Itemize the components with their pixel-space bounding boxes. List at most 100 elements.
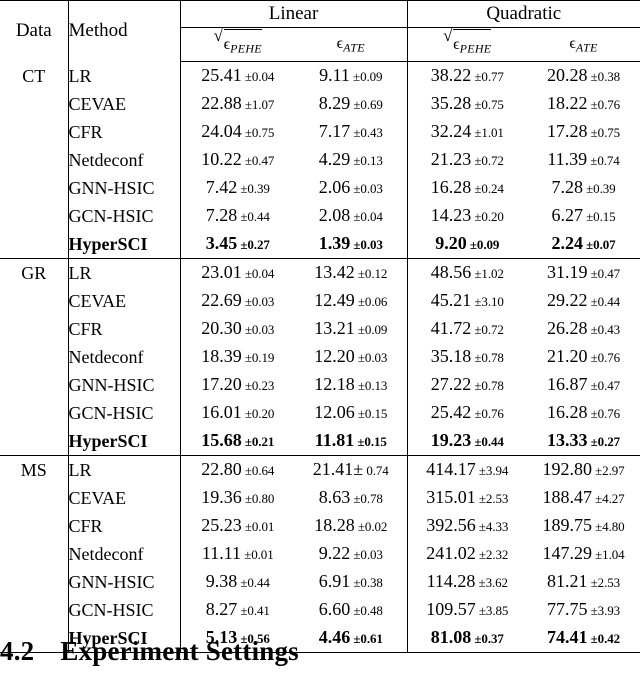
value-error: ±0.75	[587, 125, 621, 141]
linear-pehe-cell: 22.69 ±0.03	[180, 287, 295, 315]
quadratic-pehe-cell: 241.02 ±2.32	[407, 540, 527, 568]
method-cell: CEVAE	[68, 484, 181, 513]
value-error: ±0.44	[587, 294, 621, 310]
value-error: ±0.13	[350, 153, 383, 169]
section-title: Experiment Settings	[60, 636, 299, 666]
value: 2.06	[318, 177, 351, 198]
linear-ate-cell: 1.39 ±0.03	[295, 230, 408, 259]
method-cell: GCN-HSIC	[68, 399, 181, 428]
linear-ate-cell: 4.46 ±0.61	[295, 624, 408, 654]
value: 17.28	[546, 121, 588, 142]
quadratic-ate-cell: 188.47 ±4.27	[527, 484, 640, 512]
linear-ate-cell: 12.06 ±0.15	[295, 399, 408, 428]
value: 147.29	[542, 543, 592, 564]
value-error: ±0.42	[587, 631, 621, 647]
value-error: ±0.09	[466, 237, 500, 253]
value-error: ±0.24	[471, 181, 504, 197]
quadratic-pehe-cell: 38.22 ±0.77	[407, 62, 527, 91]
linear-pehe-cell: 25.41 ±0.04	[180, 62, 295, 91]
header-metric-quadratic-pehe: ϵPEHE	[407, 27, 528, 63]
value-error: ±0.72	[471, 153, 504, 169]
value: 16.87	[546, 374, 588, 395]
value-error: ±0.09	[349, 69, 383, 85]
value: 4.46	[318, 627, 351, 648]
value-error: ±0.02	[354, 519, 388, 535]
data-label-cell: MS	[0, 455, 69, 485]
value: 14.23	[430, 205, 472, 226]
document-page: Data Method Linear Quadratic ϵPEHE ϵATE …	[0, 0, 640, 675]
data-label-cell-empty	[0, 540, 69, 569]
value-error: ±0.01	[241, 547, 274, 563]
value: 13.21	[314, 318, 355, 339]
value-error: ±0.78	[350, 491, 383, 507]
quadratic-ate-cell: 147.29 ±1.04	[527, 540, 640, 568]
method-cell: HyperSCI	[68, 427, 181, 456]
value-error: ±0.75	[241, 125, 275, 141]
method-cell: CFR	[68, 118, 181, 147]
value-error: ±3.62	[475, 575, 509, 591]
value-error: ±0.72	[471, 322, 504, 338]
value-error: ±0.03	[354, 350, 388, 366]
value-error: ±0.47	[241, 153, 275, 169]
value: 189.75	[542, 515, 592, 536]
quadratic-pehe-cell: 25.42 ±0.76	[407, 399, 527, 427]
value-error: ±0.47	[587, 378, 621, 394]
quadratic-pehe-cell: 45.21 ±3.10	[407, 287, 527, 315]
quadratic-ate-cell: 18.22 ±0.76	[527, 90, 640, 118]
method-cell: LR	[68, 455, 181, 485]
quadratic-ate-cell: 31.19 ±0.47	[527, 258, 640, 288]
linear-ate-cell: 12.49 ±0.06	[295, 287, 408, 316]
value-error: ±0.04	[241, 266, 275, 282]
value: 20.30	[201, 318, 242, 339]
quadratic-pehe-cell: 81.08 ±0.37	[407, 624, 528, 654]
value: 18.39	[201, 346, 242, 367]
quadratic-ate-cell: 29.22 ±0.44	[527, 287, 640, 315]
value-error: ±0.44	[471, 434, 504, 450]
value-error: ±0.44	[237, 209, 270, 225]
value: 6.91	[318, 571, 351, 592]
linear-ate-cell: 2.08 ±0.04	[295, 202, 408, 231]
value-error: ±0.15	[582, 209, 616, 225]
value: 35.18	[430, 346, 472, 367]
linear-ate-cell: 12.18 ±0.13	[295, 371, 408, 400]
value: 25.42	[430, 402, 472, 423]
table-row: GCN-HSIC 8.27 ±0.41 6.60 ±0.48 109.57 ±3.85…	[0, 596, 640, 625]
value: 241.02	[426, 543, 476, 564]
table-row: GNN-HSIC 7.42 ±0.39 2.06 ±0.03 16.28 ±0.24 7…	[0, 174, 640, 203]
data-label-cell-empty	[0, 174, 69, 203]
table-row: CT LR 25.41 ±0.04 9.11 ±0.09 38.22 ±0.77 20.2…	[0, 61, 640, 91]
value: 3.45	[205, 233, 238, 254]
quadratic-ate-cell: 16.28 ±0.76	[527, 399, 640, 427]
value-error: ±4.27	[591, 491, 625, 507]
value: 21.23	[430, 149, 472, 170]
value-error: ±0.43	[587, 322, 621, 338]
quadratic-pehe-cell: 27.22 ±0.78	[407, 371, 527, 399]
value: 35.28	[430, 93, 472, 114]
linear-pehe-cell: 9.38 ±0.44	[180, 568, 295, 596]
value: 13.42	[314, 262, 355, 283]
value-error: ±0.37	[471, 631, 504, 647]
value-error: ±0.13	[354, 378, 388, 394]
quadratic-pehe-cell: 19.23 ±0.44	[407, 427, 527, 456]
linear-pehe-cell: 16.01 ±0.20	[180, 399, 295, 427]
method-cell: GNN-HSIC	[68, 371, 181, 400]
value-error: ±0.69	[350, 97, 383, 113]
value-error: 0.74	[363, 463, 389, 479]
value: 12.20	[314, 346, 355, 367]
linear-ate-cell: 6.91 ±0.38	[295, 568, 408, 597]
value: 315.01	[426, 487, 476, 508]
value: 17.20	[201, 374, 242, 395]
linear-pehe-cell: 11.11 ±0.01	[180, 540, 295, 568]
value: 20.28	[546, 65, 588, 86]
linear-ate-cell: 9.11 ±0.09	[295, 61, 408, 91]
table-row: MS LR 22.80 ±0.64 21.41± 0.74 414.17 ±3.94 19…	[0, 455, 640, 485]
value: 8.29	[318, 93, 351, 114]
value: 11.39	[547, 149, 588, 170]
data-label-cell-empty	[0, 484, 69, 513]
linear-pehe-cell: 23.01 ±0.04	[180, 258, 295, 288]
method-cell: LR	[68, 61, 181, 91]
value-error: ±0.39	[237, 181, 270, 197]
data-label-cell-empty	[0, 146, 69, 175]
table-row: CEVAE 22.69 ±0.03 12.49 ±0.06 45.21 ±3.10 29…	[0, 287, 640, 316]
quadratic-pehe-cell: 32.24 ±1.01	[407, 118, 527, 146]
